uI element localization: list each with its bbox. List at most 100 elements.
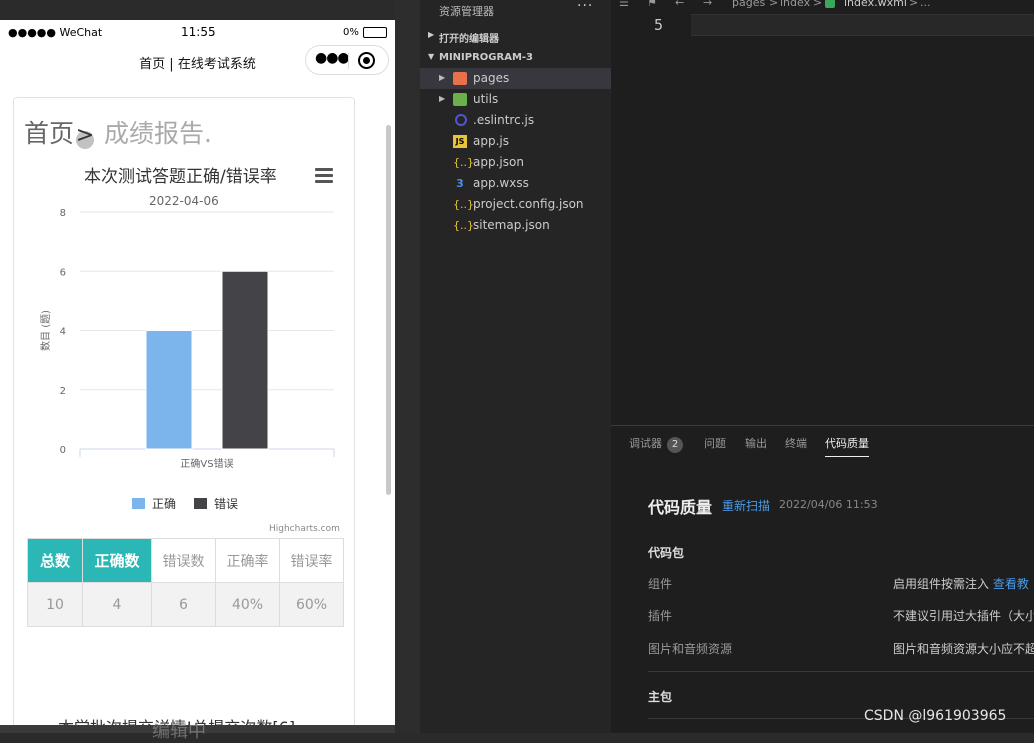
section-code-package: 代码包 (648, 546, 685, 560)
x-category-label: 正确VS错误 (180, 457, 233, 470)
chart-menu-icon[interactable] (315, 168, 333, 184)
stat-value-correct: 4 (82, 582, 152, 627)
list-icon[interactable]: ☰ (619, 0, 629, 9)
legend-label: 错误 (214, 497, 238, 511)
tree-item-utils[interactable]: ▶ utils (420, 89, 611, 110)
file-explorer: 资源管理器 ··· ▶ 打开的编辑器 ▼ MINIPROGRAM-3 ▶ pag… (420, 0, 611, 733)
table-row: 总数 正确数 错误数 正确率 错误率 (27, 538, 344, 583)
tree-item-label: project.config.json (473, 197, 584, 211)
tab-problems[interactable]: 问题 (704, 435, 726, 451)
tree-item-app-wxss[interactable]: 3 app.wxss (420, 173, 611, 194)
chart-subtitle: 2022-04-06 (149, 194, 219, 208)
row-key: 组件 (648, 577, 673, 591)
capsule-menu[interactable]: ●●● (305, 45, 389, 75)
row-value: 启用组件按需注入 查看教 (893, 577, 1029, 591)
y-tick-label: 2 (60, 386, 66, 397)
stat-header-wrong: 错误数 (151, 538, 216, 583)
quality-row-plugins: 插件 不建议引用过大插件（大小 (648, 607, 1034, 627)
table-row: 10 4 6 40% 60% (27, 582, 344, 627)
more-actions-icon[interactable]: ··· (577, 0, 593, 14)
page-card: 首页> 成绩报告. 本次测试答题正确/错误率 2022-04-06 02468数… (13, 97, 355, 725)
tree-item-label: .eslintrc.js (473, 113, 535, 127)
breadcrumb-more[interactable]: ... (920, 0, 931, 9)
tree-item-label: app.json (473, 155, 524, 169)
eslint-icon (455, 114, 467, 126)
code-line[interactable]: 5 (611, 14, 1034, 36)
stat-header-total: 总数 (27, 538, 83, 583)
row-value: 不建议引用过大插件（大小 (893, 609, 1034, 623)
status-time: 11:55 (181, 25, 216, 39)
stat-value-correct-rate: 40% (215, 582, 280, 627)
tab-terminal[interactable]: 终端 (785, 435, 807, 451)
status-bar: ●●●●● WeChat 11:55 0% (0, 20, 395, 44)
row-value: 图片和音频资源大小应不超 (893, 642, 1034, 656)
tree-item-app-js[interactable]: JS app.js (420, 131, 611, 152)
breadcrumb-pages[interactable]: pages (732, 0, 765, 9)
stat-header-correct-rate: 正确率 (215, 538, 280, 583)
simulator-scrollbar[interactable] (386, 125, 391, 495)
tree-item-pages[interactable]: ▶ pages (420, 68, 611, 89)
tree-item-project-config[interactable]: {..} project.config.json (420, 194, 611, 215)
chart-title: 本次测试答题正确/错误率 (84, 167, 277, 187)
tab-debugger[interactable]: 调试器 2 (629, 435, 683, 453)
capsule-divider (348, 53, 349, 69)
caret-down-icon: ▼ (428, 52, 435, 61)
score-stats-table: 总数 正确数 错误数 正确率 错误率 10 4 6 40% 60% (27, 538, 344, 627)
debugger-count-badge: 2 (667, 437, 683, 453)
breadcrumb-index[interactable]: index (780, 0, 810, 9)
bottom-panel: 调试器 2 问题 输出 终端 代码质量 代码质量 重新扫描 2022/04/06 … (611, 425, 1034, 733)
y-tick-label: 0 (60, 445, 66, 456)
more-dots-icon[interactable]: ●●● (315, 50, 350, 66)
mini-program-navbar: 首页 | 在线考试系统 ●●● (0, 44, 395, 80)
stat-value-total: 10 (27, 582, 83, 627)
wxml-file-icon (825, 0, 835, 8)
tree-item-sitemap[interactable]: {..} sitemap.json (420, 215, 611, 236)
tab-output[interactable]: 输出 (745, 435, 767, 451)
project-section[interactable]: ▼ MINIPROGRAM-3 (420, 47, 611, 69)
section-main-package: 主包 (648, 690, 673, 704)
folder-orange-icon (453, 72, 467, 85)
bar-正确 (145, 330, 193, 450)
stat-value-wrong: 6 (151, 582, 216, 627)
breadcrumb-arrow-icon: > (75, 123, 95, 149)
open-editors-section[interactable]: ▶ 打开的编辑器 (420, 25, 611, 47)
code-quality-title: 代码质量 (648, 498, 713, 517)
tree-item-label: app.wxss (473, 176, 529, 190)
y-tick-label: 6 (60, 267, 66, 278)
caret-right-icon: ▶ (439, 94, 446, 103)
forward-arrow-icon[interactable]: → (703, 0, 712, 9)
bookmark-icon[interactable]: ⚑ (647, 0, 657, 9)
bar-错误 (221, 270, 269, 450)
highcharts-credit[interactable]: Highcharts.com (269, 524, 340, 534)
back-arrow-icon[interactable]: ← (675, 0, 684, 9)
breadcrumb-current: 成绩报告. (103, 119, 212, 148)
breadcrumb: 首页> 成绩报告. (24, 114, 212, 150)
rescan-link[interactable]: 重新扫描 (722, 497, 770, 514)
explorer-title: 资源管理器 (439, 5, 494, 18)
quality-row-components: 组件 启用组件按需注入 查看教 (648, 575, 1034, 595)
simulator-bottom-bar (0, 725, 420, 733)
tree-item-label: sitemap.json (473, 218, 550, 232)
breadcrumb-separator: > (769, 0, 779, 9)
breadcrumb-separator: > (813, 0, 823, 9)
line-number: 5 (654, 16, 664, 34)
row-key: 图片和音频资源 (648, 642, 733, 656)
tree-item-label: app.js (473, 134, 509, 148)
legend-swatch-正确 (132, 498, 145, 509)
breadcrumb-home[interactable]: 首页 (24, 119, 74, 148)
simulator-bottom-text: 编辑中 (152, 721, 206, 742)
open-editors-label: 打开的编辑器 (439, 34, 499, 45)
view-tutorial-link[interactable]: 查看教 (993, 577, 1029, 591)
editor-breadcrumb: ☰ ⚑ ← → pages > index > index.wxml > ... (611, 0, 1034, 12)
caret-right-icon: ▶ (439, 73, 446, 82)
tree-item-eslintrc[interactable]: .eslintrc.js (420, 110, 611, 131)
breadcrumb-file[interactable]: index.wxml (844, 0, 907, 9)
tab-code-quality[interactable]: 代码质量 (825, 435, 869, 457)
current-line-highlight[interactable] (691, 14, 1034, 36)
wechat-simulator: ●●●●● WeChat 11:55 0% 首页 | 在线考试系统 ●●● 首页… (0, 20, 395, 725)
y-axis-label: 数目 (题) (39, 310, 52, 351)
bar-chart: 0 2 4 6 8 数目 (题) 正确VS错误正确 错误 (39, 208, 335, 511)
close-target-icon[interactable] (358, 52, 375, 69)
tree-item-app-json[interactable]: {..} app.json (420, 152, 611, 173)
code-editor: ☰ ⚑ ← → pages > index > index.wxml > ...… (611, 0, 1034, 733)
